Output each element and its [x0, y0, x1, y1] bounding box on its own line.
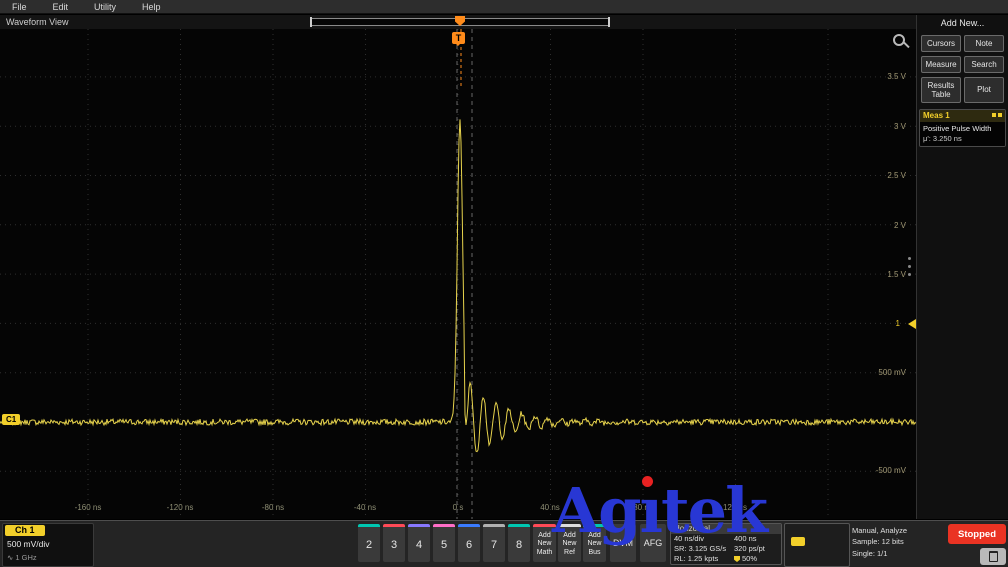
- meas1-badge[interactable]: Meas 1 Positive Pulse Width μ': 3.250 ns: [919, 109, 1006, 147]
- channel1-scale: 500 mV/div: [7, 539, 50, 549]
- channel1-reference-marker[interactable]: C1: [2, 414, 22, 425]
- horizontal-record-length: RL: 1.25 kpts: [674, 554, 719, 563]
- run-stop-button[interactable]: Stopped: [948, 524, 1006, 544]
- oscilloscope-screen: File Edit Utility Help Waveform View 3.5…: [0, 0, 1008, 567]
- channel1-bandwidth: ∿ 1 GHz: [7, 553, 37, 562]
- note-button[interactable]: Note: [964, 35, 1004, 52]
- x-axis-label: 40 ns: [540, 503, 560, 512]
- results-panel: Add New... Cursors Note Measure Search R…: [916, 15, 1008, 519]
- menu-help[interactable]: Help: [142, 2, 161, 12]
- horizontal-sample-rate: SR: 3.125 GS/s: [674, 544, 727, 553]
- horizontal-badge[interactable]: Horizontal 40 ns/div 400 ns SR: 3.125 GS…: [670, 523, 782, 565]
- search-button[interactable]: Search: [964, 56, 1004, 73]
- horizontal-position-icon: [734, 556, 740, 562]
- meas-source-indicator-icon: [998, 113, 1002, 117]
- channel-8-button[interactable]: 8: [508, 524, 530, 562]
- channel-4-button[interactable]: 4: [408, 524, 430, 562]
- y-axis-label: 2.5 V: [887, 171, 906, 180]
- x-axis-label: -120 ns: [166, 503, 194, 512]
- meas1-header: Meas 1: [920, 110, 1005, 122]
- acquisition-single: Single: 1/1: [852, 548, 888, 558]
- y-axis-label: -500 mV: [875, 466, 906, 475]
- trigger-level-label: 1: [895, 319, 900, 328]
- x-axis-label: 80 ns: [633, 503, 653, 512]
- add-new-buttons: Add New Math Add New Ref Add New Bus: [533, 524, 606, 562]
- panel-drag-handle[interactable]: [908, 257, 911, 276]
- add-new-bus-button[interactable]: Add New Bus: [583, 524, 606, 562]
- acquisition-sample: Sample: 12 bits: [852, 537, 904, 547]
- channel1-badge[interactable]: Ch 1 500 mV/div ∿ 1 GHz: [2, 523, 94, 567]
- x-axis-label: -160 ns: [74, 503, 102, 512]
- settings-bar: Ch 1 500 mV/div ∿ 1 GHz 2 3 4 5 6 7 8 Ad…: [0, 520, 1008, 567]
- meas1-body: Positive Pulse Width μ': 3.250 ns: [920, 122, 1005, 146]
- x-axis-label: -80 ns: [261, 503, 285, 512]
- channel-buttons: 2 3 4 5 6 7 8: [358, 524, 530, 562]
- horizontal-resolution: 320 ps/pt: [734, 544, 765, 553]
- y-axis-label: 500 mV: [878, 368, 906, 377]
- meas1-name: Positive Pulse Width: [923, 124, 992, 133]
- x-axis-label: 0 s: [452, 503, 464, 512]
- plot-button[interactable]: Plot: [964, 77, 1004, 103]
- trigger-source-icon: [791, 537, 805, 546]
- y-axis-label: 2 V: [893, 221, 906, 230]
- trigger-position-marker[interactable]: [455, 16, 465, 26]
- channel-6-button[interactable]: 6: [458, 524, 480, 562]
- waveform-view-header: Waveform View: [0, 15, 916, 29]
- waveform-display[interactable]: 3.5 V 3 V 2.5 V 2 V 1.5 V 1 500 mV -500 …: [0, 29, 917, 519]
- acquisition-mode: Manual, Analyze: [852, 526, 908, 535]
- add-new-ref-button[interactable]: Add New Ref: [558, 524, 581, 562]
- trigger-flag-icon[interactable]: T: [452, 32, 465, 46]
- menu-bar: File Edit Utility Help: [0, 0, 1008, 14]
- add-new-math-button[interactable]: Add New Math: [533, 524, 556, 562]
- y-axis-label: 3.5 V: [887, 72, 906, 81]
- horizontal-title: Horizontal: [671, 524, 781, 534]
- results-table-button[interactable]: Results Table: [921, 77, 961, 103]
- menu-file[interactable]: File: [12, 2, 27, 12]
- measure-button[interactable]: Measure: [921, 56, 961, 73]
- zoom-icon[interactable]: [893, 34, 905, 46]
- cursors-button[interactable]: Cursors: [921, 35, 961, 52]
- channel-3-button[interactable]: 3: [383, 524, 405, 562]
- horizontal-scale: 40 ns/div: [674, 534, 705, 543]
- channel-7-button[interactable]: 7: [483, 524, 505, 562]
- channel-2-button[interactable]: 2: [358, 524, 380, 562]
- dvm-button[interactable]: DVM: [610, 524, 636, 562]
- meas1-value: μ': 3.250 ns: [923, 133, 962, 143]
- x-axis-label: 120 ns: [722, 503, 748, 512]
- horizontal-position-bar[interactable]: [310, 16, 610, 27]
- waveform-view-label: Waveform View: [6, 17, 69, 27]
- menu-edit[interactable]: Edit: [53, 2, 69, 12]
- add-new-label: Add New...: [940, 18, 985, 28]
- trigger-level-arrow-icon[interactable]: [903, 319, 916, 329]
- menu-utility[interactable]: Utility: [94, 2, 116, 12]
- acquisition-badge[interactable]: Manual, Analyze Sample: 12 bits Single: …: [852, 525, 946, 559]
- channel-5-button[interactable]: 5: [433, 524, 455, 562]
- horizontal-position: 50%: [742, 554, 758, 563]
- y-axis-label: 3 V: [893, 122, 906, 131]
- trash-icon: [988, 551, 998, 562]
- y-axis-label: 1.5 V: [887, 270, 906, 279]
- afg-button[interactable]: AFG: [640, 524, 666, 562]
- meas-source-indicator-icon: [992, 113, 996, 117]
- trash-bin-button[interactable]: [980, 548, 1006, 565]
- x-axis-label: -40 ns: [353, 503, 377, 512]
- channel1-label: Ch 1: [5, 525, 45, 536]
- trigger-badge[interactable]: [784, 523, 850, 567]
- waveform-trace-canvas: [0, 29, 916, 519]
- horizontal-window: 400 ns: [734, 534, 757, 543]
